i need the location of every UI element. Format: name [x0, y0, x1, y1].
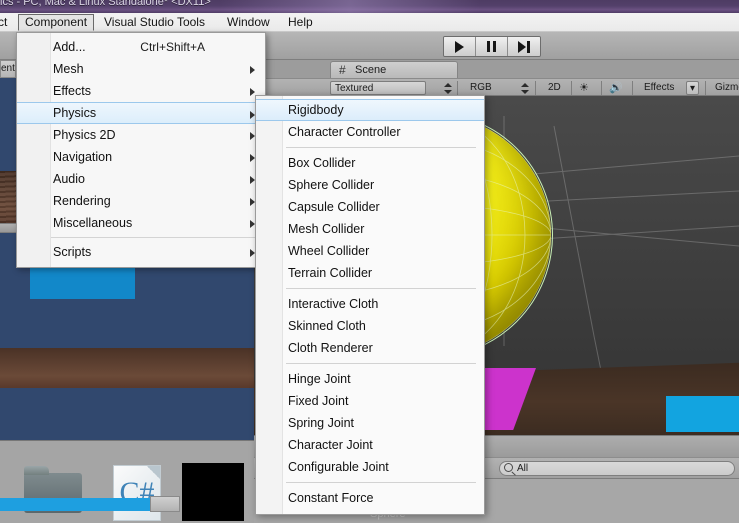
- submenu-divider: [286, 363, 476, 364]
- scene-effects-dropdown[interactable]: Effects: [640, 81, 678, 95]
- submenu-row-character-joint[interactable]: Character Joint: [256, 434, 484, 456]
- inspector-tab[interactable]: ent: [0, 60, 16, 78]
- menu-item-window[interactable]: Window: [221, 14, 276, 31]
- submenu-row-spring-joint[interactable]: Spring Joint: [256, 412, 484, 434]
- unity-editor-window: ics - PC, Mac & Linux Standalone* <DX11>…: [0, 0, 739, 523]
- menu-row-navigation[interactable]: Navigation: [17, 146, 265, 168]
- submenu-divider: [286, 288, 476, 289]
- menu-row-scripts[interactable]: Scripts: [17, 241, 265, 263]
- colormode-stepper-icon[interactable]: [520, 83, 529, 94]
- physics-submenu: Rigidbody Character Controller Box Colli…: [255, 95, 485, 515]
- project-asset-folder[interactable]: [22, 459, 84, 521]
- main-menubar: ct Component Visual Studio Tools Window …: [0, 13, 739, 32]
- submenu-row-sphere-collider[interactable]: Sphere Collider: [256, 174, 484, 196]
- chevron-right-icon: [250, 66, 255, 74]
- updown-stepper-icon[interactable]: [443, 83, 452, 94]
- submenu-row-rigidbody[interactable]: Rigidbody: [256, 99, 484, 121]
- search-icon: [504, 463, 513, 472]
- scene-cyan-cube[interactable]: [666, 396, 739, 432]
- submenu-row-wheel-collider[interactable]: Wheel Collider: [256, 240, 484, 262]
- menu-row-mesh-label: Mesh: [53, 62, 84, 76]
- scene-gizmos-dropdown[interactable]: Gizmos: [711, 81, 739, 95]
- menu-row-physics-2d-label: Physics 2D: [53, 128, 116, 142]
- effects-chevron-down-icon[interactable]: ▾: [686, 81, 699, 95]
- step-button[interactable]: [508, 37, 540, 56]
- menu-item-help[interactable]: Help: [282, 14, 319, 31]
- menu-row-mesh[interactable]: Mesh: [17, 58, 265, 80]
- project-asset-material[interactable]: [178, 459, 244, 521]
- menu-row-miscellaneous-label: Miscellaneous: [53, 216, 133, 230]
- submenu-divider: [286, 482, 476, 483]
- pause-button[interactable]: [476, 37, 508, 56]
- hash-icon: #: [339, 63, 346, 77]
- titlebar-sheen: [220, 0, 480, 13]
- submenu-row-terrain-collider[interactable]: Terrain Collider: [256, 262, 484, 284]
- scene-2d-toggle[interactable]: 2D: [544, 81, 565, 95]
- menu-row-effects[interactable]: Effects: [17, 80, 265, 102]
- pause-icon: [487, 41, 496, 52]
- tab-scene-label: Scene: [355, 64, 387, 76]
- menu-row-rendering[interactable]: Rendering: [17, 190, 265, 212]
- menu-row-add[interactable]: Add... Ctrl+Shift+A: [17, 36, 265, 58]
- menu-row-rendering-label: Rendering: [53, 194, 111, 208]
- search-input[interactable]: All: [499, 461, 735, 476]
- scene-view-toolbar: Textured RGB 2D ☀ 🔊 Effects ▾ Gizmos: [254, 78, 739, 96]
- menu-item-project[interactable]: ct: [0, 14, 13, 31]
- search-value: All: [517, 463, 529, 474]
- submenu-row-mesh-collider[interactable]: Mesh Collider: [256, 218, 484, 240]
- menu-row-physics[interactable]: Physics: [17, 102, 265, 124]
- menu-row-add-label: Add...: [53, 40, 86, 54]
- component-dropdown-menu: Add... Ctrl+Shift+A Mesh Effects Physics…: [16, 32, 266, 268]
- menu-row-physics-2d[interactable]: Physics 2D: [17, 124, 265, 146]
- window-title: ics - PC, Mac & Linux Standalone* <DX11>: [0, 0, 211, 8]
- submenu-row-cloth-renderer[interactable]: Cloth Renderer: [256, 337, 484, 359]
- submenu-row-capsule-collider[interactable]: Capsule Collider: [256, 196, 484, 218]
- status-grey-chip[interactable]: [150, 496, 180, 512]
- submenu-row-constant-force[interactable]: Constant Force: [256, 487, 484, 509]
- submenu-row-character-controller[interactable]: Character Controller: [256, 121, 484, 143]
- speaker-icon[interactable]: 🔊: [609, 82, 623, 94]
- submenu-row-fixed-joint[interactable]: Fixed Joint: [256, 390, 484, 412]
- menu-item-component[interactable]: Component: [18, 14, 95, 31]
- menu-row-add-shortcut: Ctrl+Shift+A: [140, 40, 205, 54]
- scene-drawmode-dropdown[interactable]: Textured: [330, 81, 426, 95]
- menu-row-effects-label: Effects: [53, 84, 91, 98]
- submenu-row-interactive-cloth[interactable]: Interactive Cloth: [256, 293, 484, 315]
- step-icon: [518, 40, 530, 53]
- submenu-divider: [286, 147, 476, 148]
- menu-row-physics-label: Physics: [53, 106, 97, 120]
- menu-row-navigation-label: Navigation: [53, 150, 113, 164]
- submenu-row-box-collider[interactable]: Box Collider: [256, 152, 484, 174]
- submenu-row-configurable-joint[interactable]: Configurable Joint: [256, 456, 484, 478]
- menu-item-visual-studio-tools[interactable]: Visual Studio Tools: [98, 14, 211, 31]
- menu-row-audio-label: Audio: [53, 172, 85, 186]
- sun-icon[interactable]: ☀: [579, 82, 589, 94]
- window-titlebar: ics - PC, Mac & Linux Standalone* <DX11>: [0, 0, 739, 13]
- tab-scene[interactable]: # Scene: [330, 61, 458, 78]
- playmode-controls: [443, 36, 541, 57]
- menu-row-miscellaneous[interactable]: Miscellaneous: [17, 212, 265, 234]
- status-blue-strip-left: [0, 498, 150, 511]
- menu-row-audio[interactable]: Audio: [17, 168, 265, 190]
- menu-divider: [51, 237, 259, 238]
- csharp-script-icon: C#: [113, 465, 161, 521]
- menu-row-scripts-label: Scripts: [53, 245, 92, 259]
- scene-colormode-label[interactable]: RGB: [466, 81, 496, 95]
- submenu-row-hinge-joint[interactable]: Hinge Joint: [256, 368, 484, 390]
- submenu-row-skinned-cloth[interactable]: Skinned Cloth: [256, 315, 484, 337]
- black-thumbnail-icon: [182, 463, 244, 521]
- play-icon: [455, 40, 464, 53]
- play-button[interactable]: [444, 37, 476, 56]
